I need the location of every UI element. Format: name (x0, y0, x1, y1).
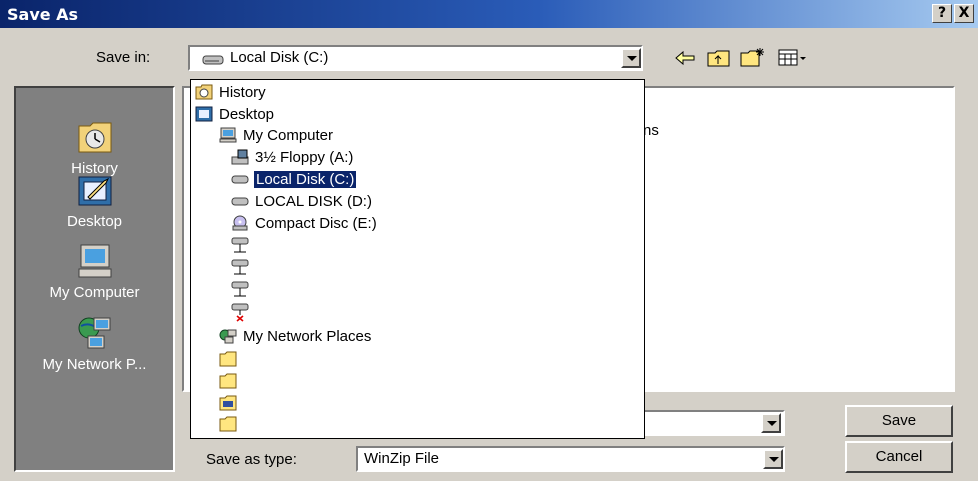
save-in-value: Local Disk (C:) (230, 49, 329, 66)
folder-icon (219, 351, 237, 367)
network-drive-icon (231, 280, 249, 297)
tree-item-history[interactable]: History (195, 82, 267, 104)
help-button[interactable]: ? (932, 4, 952, 23)
save-in-dropdown-button[interactable] (621, 48, 641, 68)
shared-folder-icon (219, 395, 237, 411)
desktop-icon (76, 171, 114, 209)
save-in-label: Save in: (96, 49, 151, 66)
save-in-combobox[interactable]: Local Disk (C:) (188, 45, 643, 71)
network-drive-icon (231, 258, 249, 275)
save-in-dropdown-list[interactable]: History Desktop My Computer 3½ Floppy (A… (190, 79, 645, 439)
tree-item-network-drive[interactable] (231, 258, 256, 280)
view-menu-icon[interactable] (778, 49, 808, 71)
tree-item-my-network-places[interactable]: My Network Places (219, 326, 372, 348)
tree-item-network-drive[interactable] (231, 236, 256, 258)
title-bar: Save As ? X (0, 0, 978, 28)
tree-item-compact-disc-e[interactable]: Compact Disc (E:) (231, 213, 378, 235)
places-my-computer[interactable]: My Computer (16, 242, 173, 301)
new-folder-icon[interactable] (740, 47, 766, 71)
folder-icon (219, 373, 237, 389)
tree-item-floppy[interactable]: 3½ Floppy (A:) (231, 147, 354, 169)
hard-disk-icon (231, 171, 249, 187)
tree-item-folder[interactable] (219, 393, 244, 415)
places-history[interactable]: History (16, 118, 173, 177)
cancel-button[interactable]: Cancel (845, 441, 953, 473)
file-item-partial-label: ns (643, 122, 659, 139)
my-computer-icon (219, 127, 237, 143)
file-name-dropdown-button[interactable] (761, 413, 781, 433)
tree-item-folder[interactable] (219, 371, 244, 393)
places-network-label: My Network P... (42, 356, 147, 373)
tree-item-local-disk-d[interactable]: LOCAL DISK (D:) (231, 191, 373, 213)
network-places-icon (219, 328, 237, 344)
tree-item-desktop[interactable]: Desktop (195, 104, 275, 126)
up-folder-icon[interactable] (707, 49, 731, 71)
save-as-type-dropdown-button[interactable] (763, 449, 783, 469)
hard-disk-icon (202, 53, 224, 70)
places-my-computer-label: My Computer (49, 284, 140, 301)
folder-icon (219, 416, 237, 432)
hard-disk-icon (231, 193, 249, 209)
save-as-type-combobox[interactable]: WinZip File (356, 446, 785, 472)
save-as-type-value: WinZip File (364, 450, 440, 467)
window-title: Save As (7, 5, 79, 24)
history-icon (195, 84, 213, 100)
history-icon (76, 118, 114, 156)
places-desktop-label: Desktop (66, 213, 123, 230)
tree-item-folder[interactable] (219, 349, 244, 371)
network-drive-icon (231, 236, 249, 253)
tree-item-my-computer[interactable]: My Computer (219, 125, 334, 147)
tree-item-network-drive[interactable] (231, 280, 256, 302)
tree-item-network-drive[interactable] (231, 302, 256, 324)
cd-drive-icon (231, 215, 249, 231)
network-places-icon (76, 314, 114, 352)
desktop-icon (195, 106, 213, 122)
disconnected-network-drive-icon (231, 302, 249, 322)
file-name-combobox[interactable] (640, 410, 785, 436)
save-as-type-label: Save as type: (206, 451, 297, 468)
places-bar: History Desktop My Computer My Network P… (14, 86, 175, 472)
save-button[interactable]: Save (845, 405, 953, 437)
tree-item-folder[interactable] (219, 414, 244, 436)
my-computer-icon (76, 242, 114, 280)
close-button[interactable]: X (954, 4, 974, 23)
tree-item-local-disk-c[interactable]: Local Disk (C:) (231, 169, 358, 191)
back-arrow-icon[interactable] (674, 50, 696, 70)
places-desktop[interactable]: Desktop (16, 171, 173, 230)
places-network[interactable]: My Network P... (16, 314, 173, 373)
floppy-drive-icon (231, 149, 249, 165)
